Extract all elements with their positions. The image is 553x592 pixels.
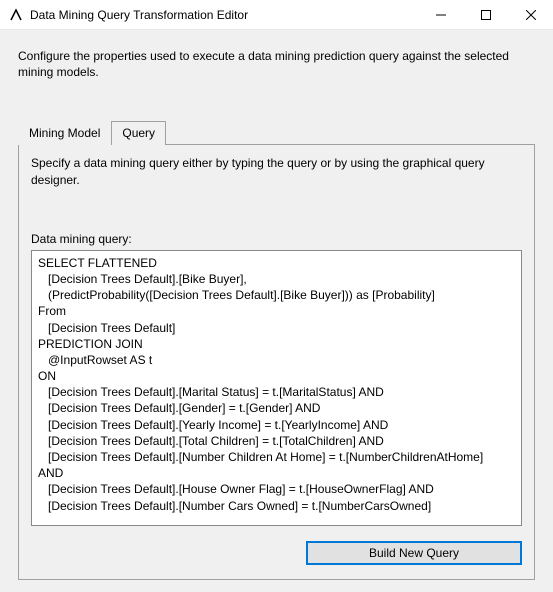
- maximize-button[interactable]: [463, 0, 508, 30]
- page-description: Configure the properties used to execute…: [18, 48, 535, 80]
- query-textarea[interactable]: [31, 250, 522, 526]
- app-icon: [8, 7, 24, 23]
- query-panel-description: Specify a data mining query either by ty…: [31, 155, 522, 187]
- tab-strip: Mining Model Query: [18, 120, 535, 144]
- build-new-query-button[interactable]: Build New Query: [306, 541, 522, 565]
- tab-query[interactable]: Query: [111, 121, 166, 145]
- button-row: Build New Query: [31, 541, 522, 565]
- content-area: Configure the properties used to execute…: [0, 30, 553, 590]
- titlebar: Data Mining Query Transformation Editor: [0, 0, 553, 30]
- minimize-button[interactable]: [418, 0, 463, 30]
- close-button[interactable]: [508, 0, 553, 30]
- tab-mining-model[interactable]: Mining Model: [18, 121, 111, 145]
- window-title: Data Mining Query Transformation Editor: [30, 8, 418, 22]
- tab-panel-query: Specify a data mining query either by ty…: [18, 144, 535, 579]
- query-field-label: Data mining query:: [31, 232, 522, 246]
